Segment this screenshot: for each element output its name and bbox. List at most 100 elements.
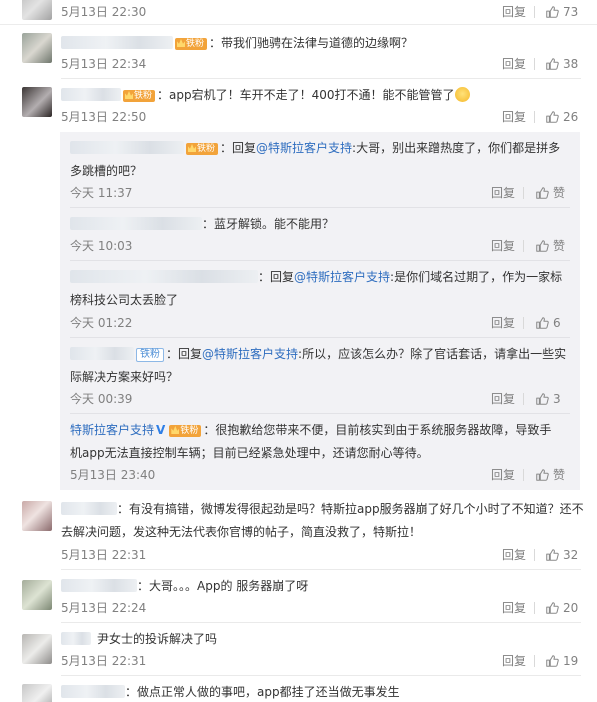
reply-body: ：回复@特斯拉客户支持:是你们域名过期了，作为一家标 (70, 268, 562, 286)
username-blurred[interactable] (70, 217, 202, 230)
like-button[interactable]: 3 (535, 391, 561, 407)
separator (61, 78, 581, 79)
like-count: 32 (563, 548, 579, 562)
reply-prefix: ：回复 (258, 270, 295, 284)
reply-text-cont: 际解决方案来好吗？ (70, 370, 179, 384)
thumbs-up-icon (545, 110, 559, 124)
avatar[interactable] (22, 684, 52, 702)
reply-time: 今天 01:22 (70, 316, 133, 330)
mention-link[interactable]: @特斯拉客户支持 (294, 270, 390, 284)
username-blurred[interactable] (70, 141, 184, 154)
comment-body: ：大哥。。。App的 服务器崩了呀 (61, 577, 308, 595)
divider (523, 240, 524, 252)
fan-badge: 铁粉 (169, 425, 202, 437)
like-button[interactable]: 6 (535, 315, 561, 331)
mention-link[interactable]: @特斯拉客户支持 (256, 141, 352, 155)
like-button[interactable]: 赞 (535, 467, 565, 483)
username-blurred[interactable] (61, 685, 125, 698)
like-count: 38 (563, 57, 579, 71)
avatar[interactable] (22, 87, 52, 117)
reply-button[interactable]: 回复 (502, 653, 526, 669)
comment-text-cont: 去解决问题，发这种无法代表你官博的帖子，简直没救了，特斯拉！ (61, 525, 422, 539)
separator (0, 24, 597, 25)
reply-text: :是你们域名过期了，作为一家标 (390, 270, 563, 284)
avatar[interactable] (22, 580, 52, 610)
like-button[interactable]: 38 (545, 56, 578, 72)
comment-time: 5月13日 22:50 (61, 110, 147, 124)
thumbs-up-icon (535, 392, 549, 406)
separator (61, 622, 581, 623)
reply-text: ：很抱歉给您带来不便，目前核实到由于系统服务器故障，导致手 (203, 423, 552, 437)
divider (523, 187, 524, 199)
divider (534, 602, 535, 614)
username-blurred[interactable] (61, 88, 121, 101)
like-button[interactable]: 32 (545, 547, 578, 563)
comment-time: 5月13日 22:31 (61, 548, 147, 562)
like-button[interactable]: 赞 (535, 185, 565, 201)
divider (534, 58, 535, 70)
reply-body: 铁粉 ：回复@特斯拉客户支持:所以，应该怎么办？除了官话套话，请拿出一些实 (70, 345, 566, 363)
reply-button[interactable]: 回复 (491, 391, 515, 407)
reply-time: 今天 10:03 (70, 239, 133, 253)
thumbs-up-icon (535, 186, 549, 200)
reply-button[interactable]: 回复 (502, 4, 526, 20)
comment-body: ：做点正常人做的事吧，app都挂了还当做无事发生 (61, 683, 400, 701)
reply-button[interactable]: 回复 (491, 467, 515, 483)
comment-body: 铁粉 ：app宕机了！车开不走了！400打不通！能不能管管了 (61, 86, 470, 104)
username-blurred[interactable] (70, 270, 258, 283)
comment-text: ：带我们驰骋在法律与道德的边缘啊？ (209, 36, 414, 50)
username-blurred[interactable] (70, 347, 134, 360)
separator (70, 413, 570, 414)
like-button[interactable]: 73 (545, 4, 578, 20)
reply-button[interactable]: 回复 (491, 238, 515, 254)
thumbs-up-icon (545, 601, 559, 615)
reply-body: 铁粉 ：回复@特斯拉客户支持:大哥，别出来蹭热度了，你们都是拼多 (70, 139, 560, 157)
username-blurred[interactable] (61, 502, 117, 515)
comment-body: 铁粉 ：带我们驰骋在法律与道德的边缘啊？ (61, 34, 413, 52)
reply-button[interactable]: 回复 (491, 315, 515, 331)
reply-text-cont: 机app无法直接控制车辆；目前已经紧急处理中，还请您耐心等待。 (70, 446, 429, 460)
crown-icon (177, 39, 185, 47)
username-blurred[interactable] (61, 36, 173, 49)
separator (70, 207, 570, 208)
thumbs-up-icon (535, 468, 549, 482)
username-blurred[interactable] (61, 579, 137, 592)
mention-link[interactable]: @特斯拉客户支持 (202, 347, 298, 361)
divider (534, 111, 535, 123)
comment-time: 5月13日 22:31 (61, 654, 147, 668)
like-count: 19 (563, 654, 579, 668)
reply-button[interactable]: 回复 (502, 109, 526, 125)
divider (523, 393, 524, 405)
username-blurred[interactable] (61, 632, 91, 645)
like-button[interactable]: 20 (545, 600, 578, 616)
like-count: 73 (563, 5, 579, 19)
crown-icon (188, 144, 196, 152)
reply-text: :所以，应该怎么办？除了官话套话，请拿出一些实 (298, 347, 567, 361)
comment-text: ：有没有搞错，微博发得很起劲是吗？特斯拉app服务器崩了好几个小时了不知道？还不 (117, 502, 584, 516)
like-button[interactable]: 赞 (535, 238, 565, 254)
verified-icon: V (156, 423, 166, 437)
like-button[interactable]: 26 (545, 109, 578, 125)
thumbs-up-icon (545, 5, 559, 19)
fan-badge: 铁粉 (175, 38, 208, 50)
reply-prefix: ：回复 (220, 141, 257, 155)
reply-button[interactable]: 回复 (502, 600, 526, 616)
fan-badge: 铁粉 (123, 90, 156, 102)
avatar[interactable] (22, 0, 52, 20)
like-button[interactable]: 19 (545, 653, 578, 669)
comment-text: ：大哥。。。App的 服务器崩了呀 (137, 579, 309, 593)
avatar[interactable] (22, 634, 52, 664)
avatar[interactable] (22, 33, 52, 63)
author-link[interactable]: 特斯拉客户支持 (70, 423, 154, 437)
comment-body: 尹女士的投诉解决了吗 (61, 630, 217, 648)
avatar[interactable] (22, 501, 52, 531)
reply-button[interactable]: 回复 (502, 547, 526, 563)
thumbs-up-icon (535, 239, 549, 253)
reply-prefix: ：回复 (166, 347, 203, 361)
reply-time: 今天 11:37 (70, 186, 133, 200)
reply-button[interactable]: 回复 (491, 185, 515, 201)
reply-text: :大哥，别出来蹭热度了，你们都是拼多 (352, 141, 561, 155)
like-count: 20 (563, 601, 579, 615)
reply-button[interactable]: 回复 (502, 56, 526, 72)
separator (70, 337, 570, 338)
